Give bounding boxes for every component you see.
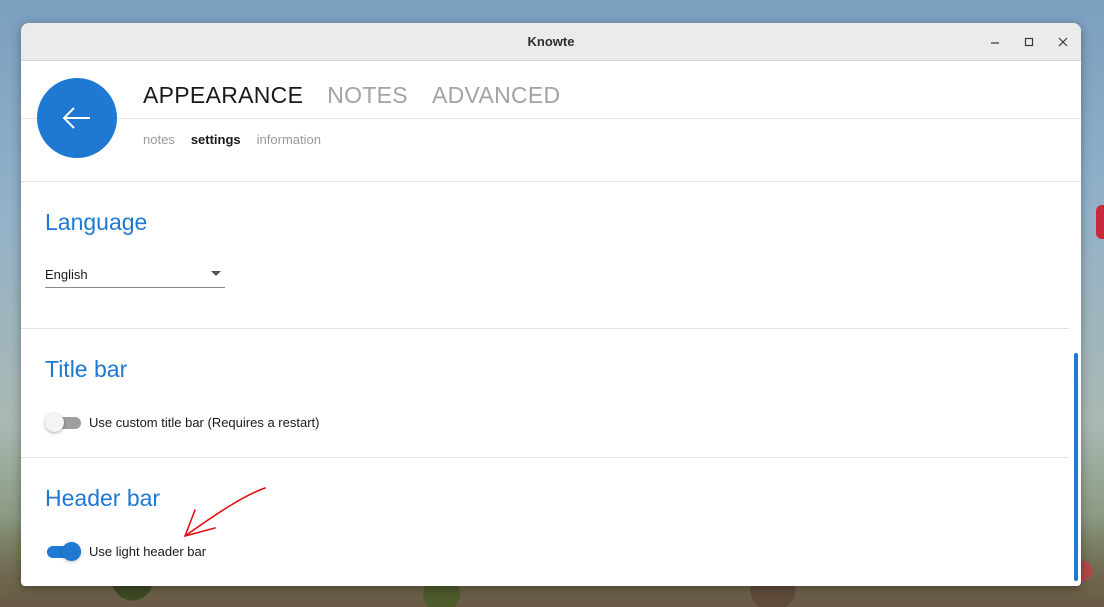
header-divider [21, 118, 1081, 119]
light-header-bar-label: Use light header bar [89, 543, 207, 559]
minimize-icon[interactable] [985, 32, 1005, 52]
language-selected-value: English [45, 267, 88, 282]
switch-thumb [62, 542, 81, 561]
light-header-bar-switch[interactable] [45, 541, 81, 561]
sub-tabs: notes settings information [143, 132, 321, 147]
header-bar-title: Header bar [45, 485, 161, 511]
subtab-information[interactable]: information [257, 132, 321, 147]
custom-title-bar-toggle-row[interactable]: Use custom title bar (Requires a restart… [45, 412, 319, 432]
title-bar-section: Title bar Use custom title bar (Requires… [21, 329, 1069, 458]
arrow-left-icon [62, 107, 90, 129]
tab-notes[interactable]: NOTES [327, 82, 408, 109]
light-header-bar-toggle-row[interactable]: Use light header bar [45, 541, 206, 561]
language-dropdown[interactable]: English [45, 263, 225, 288]
tab-appearance[interactable]: APPEARANCE [143, 82, 303, 109]
language-title: Language [45, 209, 148, 235]
subtab-notes[interactable]: notes [143, 132, 175, 147]
red-arrow-annotation [184, 487, 266, 537]
maximize-icon[interactable] [1019, 32, 1039, 52]
window-title: Knowte [527, 34, 575, 49]
custom-title-bar-label: Use custom title bar (Requires a restart… [89, 414, 320, 430]
back-button[interactable] [37, 78, 117, 158]
main-tabs: APPEARANCE NOTES ADVANCED [143, 82, 560, 109]
caret-down-icon [211, 271, 221, 276]
title-bar-title: Title bar [45, 356, 128, 382]
window-titlebar[interactable]: Knowte [21, 23, 1081, 61]
custom-title-bar-switch[interactable] [45, 412, 81, 432]
close-icon[interactable] [1053, 32, 1073, 52]
switch-thumb [45, 413, 64, 432]
vertical-scrollbar[interactable] [1074, 353, 1078, 581]
desktop-wallpaper-berry [1096, 205, 1104, 239]
tab-advanced[interactable]: ADVANCED [432, 82, 561, 109]
app-window: Knowte APPEARANCE NOTES ADVANCED notes s… [21, 23, 1081, 586]
language-section: Language English [21, 182, 1069, 329]
subtab-settings[interactable]: settings [191, 132, 241, 147]
settings-header: APPEARANCE NOTES ADVANCED notes settings… [21, 61, 1081, 182]
